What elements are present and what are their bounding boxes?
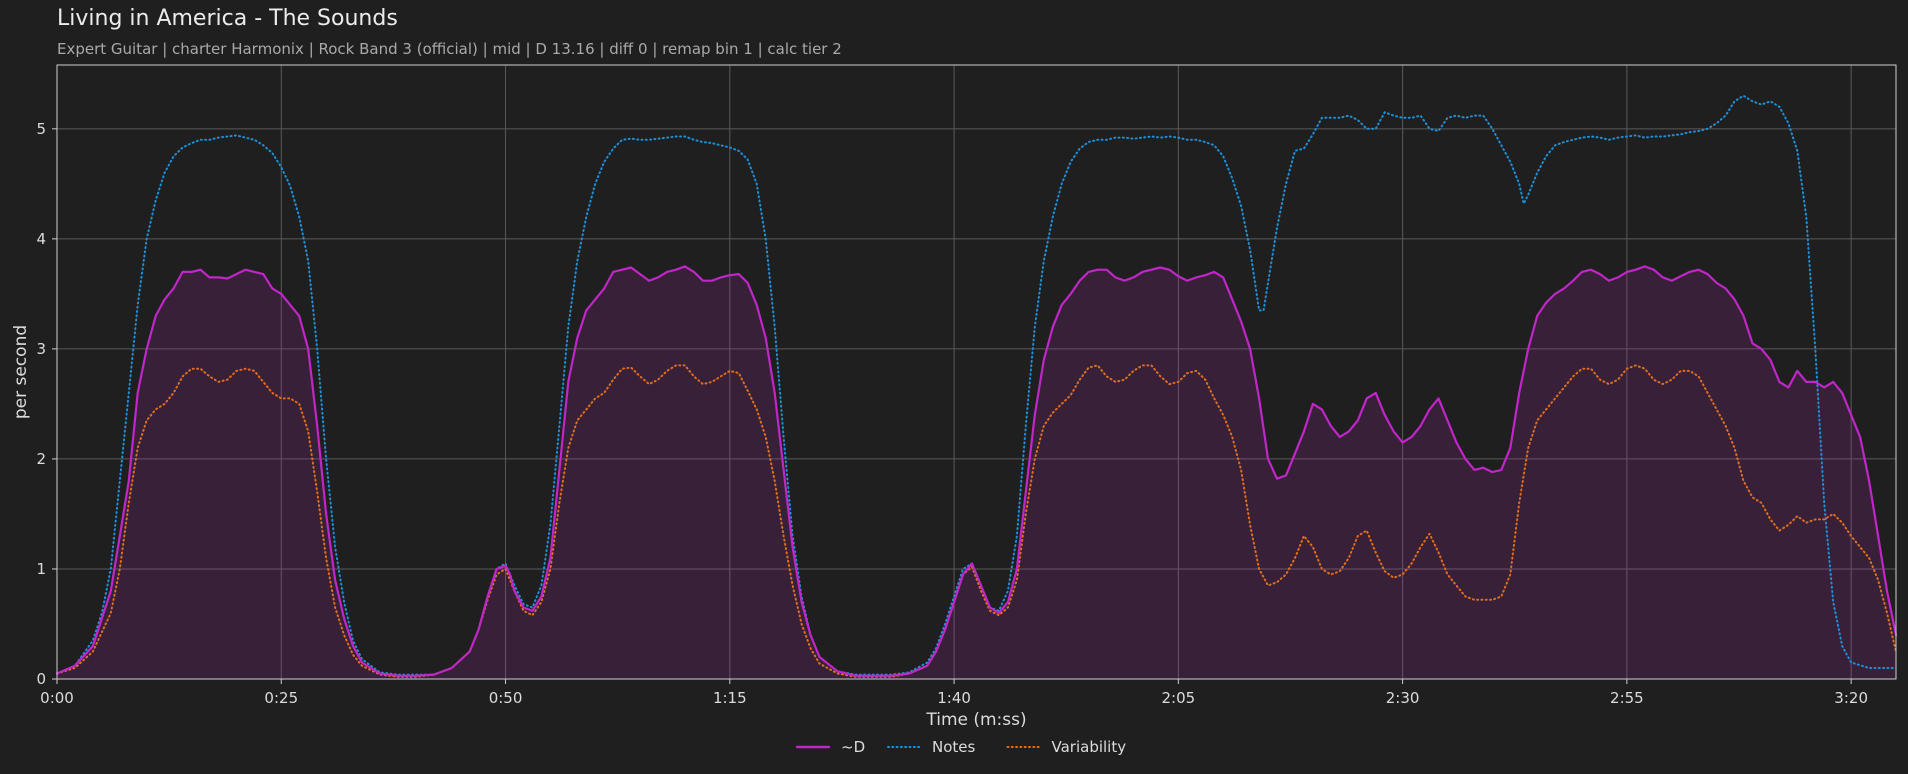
x-axis-label: Time (m:ss) <box>925 710 1026 730</box>
x-tick-label: 0:50 <box>489 689 523 707</box>
legend-label: ~D <box>841 738 865 756</box>
x-tick-label: 0:25 <box>264 689 298 707</box>
area-fill-layer <box>57 266 1896 679</box>
x-axis-ticks: 0:00 0:25 0:50 1:15 1:40 2:05 2:30 2:55 3:20 <box>40 679 1868 707</box>
chart-svg: 0:00 0:25 0:50 1:15 1:40 2:05 2:30 2:55 3:20 0 1 2… <box>11 64 1898 756</box>
y-tick-label: 2 <box>36 450 46 468</box>
y-tick-label: 3 <box>36 340 46 358</box>
area-fill <box>57 266 1896 679</box>
legend-label: Variability <box>1052 738 1127 756</box>
y-axis-label: per second <box>11 325 31 419</box>
x-tick-label: 2:30 <box>1386 689 1420 707</box>
x-tick-label: 1:40 <box>937 689 971 707</box>
y-tick-label: 1 <box>36 560 46 578</box>
y-tick-label: 0 <box>36 670 46 688</box>
x-tick-label: 1:15 <box>713 689 747 707</box>
y-tick-label: 5 <box>36 120 46 138</box>
x-tick-label: 0:00 <box>40 689 74 707</box>
x-tick-label: 3:20 <box>1834 689 1868 707</box>
y-tick-label: 4 <box>36 230 46 248</box>
y-axis-ticks: 0 1 2 3 4 5 <box>36 120 57 688</box>
x-tick-label: 2:55 <box>1610 689 1644 707</box>
x-tick-label: 2:05 <box>1161 689 1195 707</box>
legend-label: Notes <box>932 738 976 756</box>
legend: ~D Notes Variability <box>795 738 1127 756</box>
